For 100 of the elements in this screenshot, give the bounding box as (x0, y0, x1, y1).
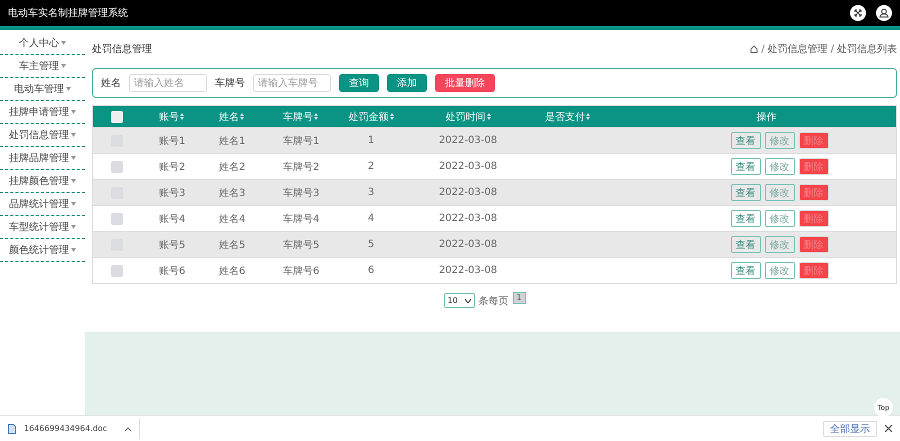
sidebar-menu-item[interactable]: 个人中心 (0, 32, 85, 55)
table-cell: 5 (368, 239, 374, 250)
show-all-button[interactable]: 全部显示 (823, 420, 877, 436)
column-header[interactable]: 处罚时间 (446, 110, 490, 124)
page-title: 处罚信息管理 (92, 42, 152, 56)
sidebar-menu-item[interactable]: 挂牌颜色管理 (0, 170, 85, 193)
home-icon[interactable] (750, 45, 758, 53)
table-cell-text: 姓名6 (219, 264, 246, 278)
chevron-down-icon[interactable] (464, 298, 470, 302)
table-cell-text: 账号5 (159, 238, 186, 252)
column-header[interactable]: 姓名 (219, 110, 244, 124)
table-cell: 2022-03-08 (438, 265, 498, 276)
caret-icon (71, 133, 76, 137)
view-button[interactable]: 查看 (730, 236, 760, 253)
search-input[interactable]: 请输入姓名 (129, 74, 207, 92)
table-cell-text: 车牌号4 (283, 212, 320, 226)
sidebar-menu-item[interactable]: 挂牌申请管理 (0, 101, 85, 124)
breadcrumb-item[interactable]: 处罚信息管理 (768, 42, 828, 56)
caret-icon (71, 179, 76, 183)
view-button[interactable]: 查看 (730, 210, 760, 227)
sidebar-menu-item[interactable]: 颜色统计管理 (0, 239, 85, 262)
column-header[interactable]: 处罚金额 (348, 110, 394, 124)
close-icon[interactable] (885, 425, 892, 432)
view-button[interactable]: 查看 (730, 184, 760, 201)
table-cell: 2022-03-08 (438, 239, 498, 250)
fullscreen-icon[interactable] (850, 5, 866, 21)
caret-icon (71, 110, 76, 114)
per-page-label: 条每页 (478, 294, 508, 308)
caret-icon (71, 248, 76, 252)
sidebar-menu-item[interactable]: 电动车管理 (0, 78, 85, 101)
table-cell: 2022-03-08 (438, 187, 498, 198)
table-cell-text: 账号3 (159, 186, 186, 200)
table-cell-text: 账号4 (159, 212, 186, 226)
page-button[interactable]: 1 (512, 292, 526, 304)
row-checkbox[interactable] (111, 264, 123, 276)
file-name: 1646699434964.doc (24, 424, 108, 433)
view-button[interactable]: 查看 (730, 158, 760, 175)
table-cell-text: 姓名2 (219, 160, 246, 174)
view-button[interactable]: 查看 (730, 262, 760, 279)
table-cell: 2022-03-08 (438, 161, 498, 172)
table-cell: 4 (368, 213, 374, 224)
edit-button[interactable]: 修改 (764, 184, 794, 201)
caret-icon (66, 87, 71, 91)
table-cell-text: 姓名5 (219, 238, 246, 252)
table-cell-text: 车牌号6 (283, 264, 320, 278)
sort-icon[interactable] (486, 113, 490, 120)
sidebar-menu-item[interactable]: 车型统计管理 (0, 216, 85, 239)
download-item[interactable]: 1646699434964.doc (8, 418, 140, 438)
caret-icon (71, 156, 76, 160)
breadcrumb-separator: / (830, 44, 834, 54)
table-cell-text: 车牌号1 (283, 134, 320, 148)
field-label: 姓名 (101, 77, 121, 90)
table-cell-text: 姓名4 (219, 212, 246, 226)
sort-icon[interactable] (390, 113, 394, 120)
breadcrumb-item: 处罚信息列表 (837, 42, 897, 56)
table-cell: 3 (368, 187, 374, 198)
table-cell-text: 账号2 (159, 160, 186, 174)
page-size-select[interactable]: 10 (444, 293, 474, 308)
app-title: 电动车实名制挂牌管理系统 (8, 6, 128, 20)
table-cell-text: 姓名3 (219, 186, 246, 200)
table-cell-text: 车牌号5 (283, 238, 320, 252)
column-header[interactable]: 账号 (159, 110, 184, 124)
edit-button[interactable]: 修改 (764, 262, 794, 279)
caret-icon (61, 64, 66, 68)
caret-icon[interactable] (125, 426, 132, 430)
table-cell: 1 (368, 135, 374, 146)
edit-button[interactable]: 修改 (764, 132, 794, 149)
row-checkbox[interactable] (111, 212, 123, 224)
edit-button[interactable]: 修改 (764, 158, 794, 175)
sidebar-menu-item[interactable]: 车主管理 (0, 55, 85, 78)
user-icon[interactable] (876, 5, 892, 21)
action-button[interactable]: 添加 (387, 74, 427, 92)
table-cell: 6 (368, 265, 374, 276)
column-header[interactable]: 车牌号 (283, 110, 318, 124)
sort-icon[interactable] (586, 113, 590, 120)
action-button[interactable]: 查询 (339, 74, 379, 92)
column-header: 操作 (756, 110, 776, 124)
sidebar-menu-item[interactable]: 挂牌品牌管理 (0, 147, 85, 170)
edit-button[interactable]: 修改 (764, 236, 794, 253)
table-cell-text: 车牌号2 (283, 160, 320, 174)
edit-button[interactable]: 修改 (764, 210, 794, 227)
sort-icon[interactable] (314, 113, 318, 120)
table-cell: 2022-03-08 (438, 213, 498, 224)
select-all-checkbox[interactable] (111, 110, 123, 122)
row-checkbox[interactable] (111, 160, 123, 172)
search-input[interactable]: 请输入车牌号 (253, 74, 331, 92)
batch-delete-button[interactable]: 批量删除 (435, 74, 495, 92)
view-button[interactable]: 查看 (730, 132, 760, 149)
caret-icon (61, 41, 66, 45)
sort-icon[interactable] (180, 113, 184, 120)
sidebar-menu-item[interactable]: 处罚信息管理 (0, 124, 85, 147)
caret-icon (71, 225, 76, 229)
table-cell: 2 (368, 161, 374, 172)
sort-icon[interactable] (240, 113, 244, 120)
table-cell: 2022-03-08 (438, 135, 498, 146)
breadcrumb-separator: / (761, 44, 765, 54)
field-label: 车牌号 (215, 76, 245, 90)
document-icon (8, 424, 16, 434)
sidebar-menu-item[interactable]: 品牌统计管理 (0, 193, 85, 216)
column-header[interactable]: 是否支付 (545, 110, 590, 124)
